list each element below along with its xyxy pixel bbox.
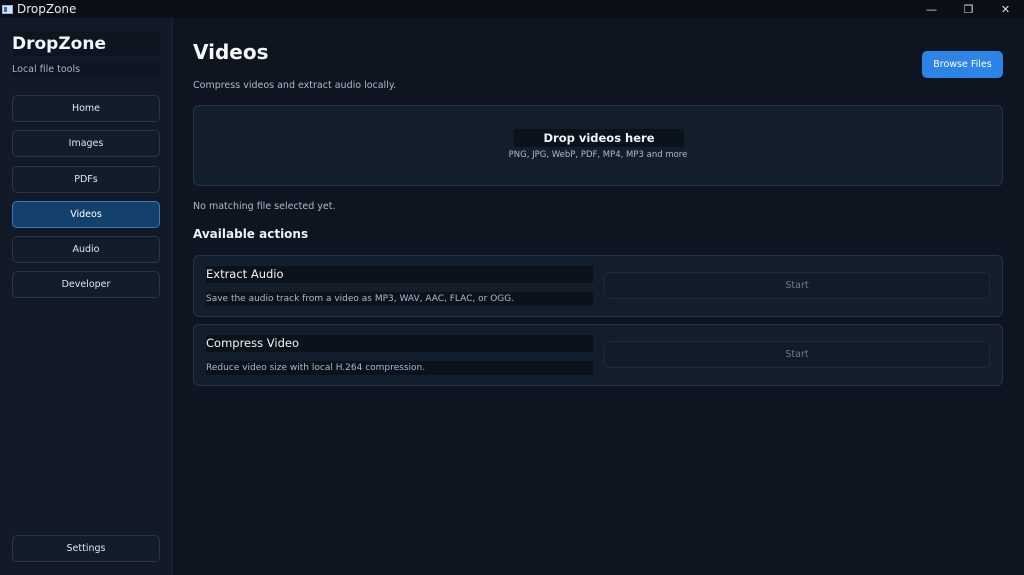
action-card-extract-audio: Extract Audio Save the audio track from … <box>193 255 1003 317</box>
sidebar-item-images[interactable]: Images <box>12 130 160 157</box>
action-name: Extract Audio <box>206 266 593 283</box>
action-name: Compress Video <box>206 335 593 352</box>
action-description: Save the audio track from a video as MP3… <box>206 292 593 306</box>
close-icon[interactable]: ✕ <box>987 0 1024 18</box>
drop-zone-formats: PNG, JPG, WebP, PDF, MP4, MP3 and more <box>508 150 688 160</box>
drop-zone-title: Drop videos here <box>514 129 684 147</box>
sidebar-item-developer[interactable]: Developer <box>12 271 160 298</box>
brand-subtitle: Local file tools <box>12 63 160 77</box>
extract-audio-start-button[interactable]: Start <box>604 272 990 299</box>
main-content: Videos Compress videos and extract audio… <box>174 18 1024 575</box>
sidebar: DropZone Local file tools Home Images PD… <box>0 18 173 575</box>
actions-heading: Available actions <box>193 227 309 241</box>
app-icon <box>2 4 13 14</box>
brand-title: DropZone <box>12 32 160 56</box>
settings-button[interactable]: Settings <box>12 535 160 562</box>
file-status: No matching file selected yet. <box>193 201 336 212</box>
browse-files-button[interactable]: Browse Files <box>922 51 1003 78</box>
drop-zone[interactable]: Drop videos here PNG, JPG, WebP, PDF, MP… <box>193 105 1003 186</box>
sidebar-item-videos[interactable]: Videos <box>12 201 160 228</box>
compress-video-start-button[interactable]: Start <box>604 341 990 368</box>
sidebar-item-pdfs[interactable]: PDFs <box>12 166 160 193</box>
app-window: DropZone — ❐ ✕ DropZone Local file tools… <box>0 0 1024 575</box>
action-card-compress-video: Compress Video Reduce video size with lo… <box>193 324 1003 386</box>
action-description: Reduce video size with local H.264 compr… <box>206 361 593 375</box>
window-controls: — ❐ ✕ <box>913 0 1024 18</box>
sidebar-item-home[interactable]: Home <box>12 95 160 122</box>
restore-icon[interactable]: ❐ <box>950 0 987 18</box>
minimize-icon[interactable]: — <box>913 0 950 18</box>
title-bar: DropZone — ❐ ✕ <box>0 0 1024 18</box>
page-description: Compress videos and extract audio locall… <box>193 80 397 91</box>
window-title: DropZone <box>17 2 77 16</box>
page-title: Videos <box>193 40 269 64</box>
sidebar-item-audio[interactable]: Audio <box>12 236 160 263</box>
